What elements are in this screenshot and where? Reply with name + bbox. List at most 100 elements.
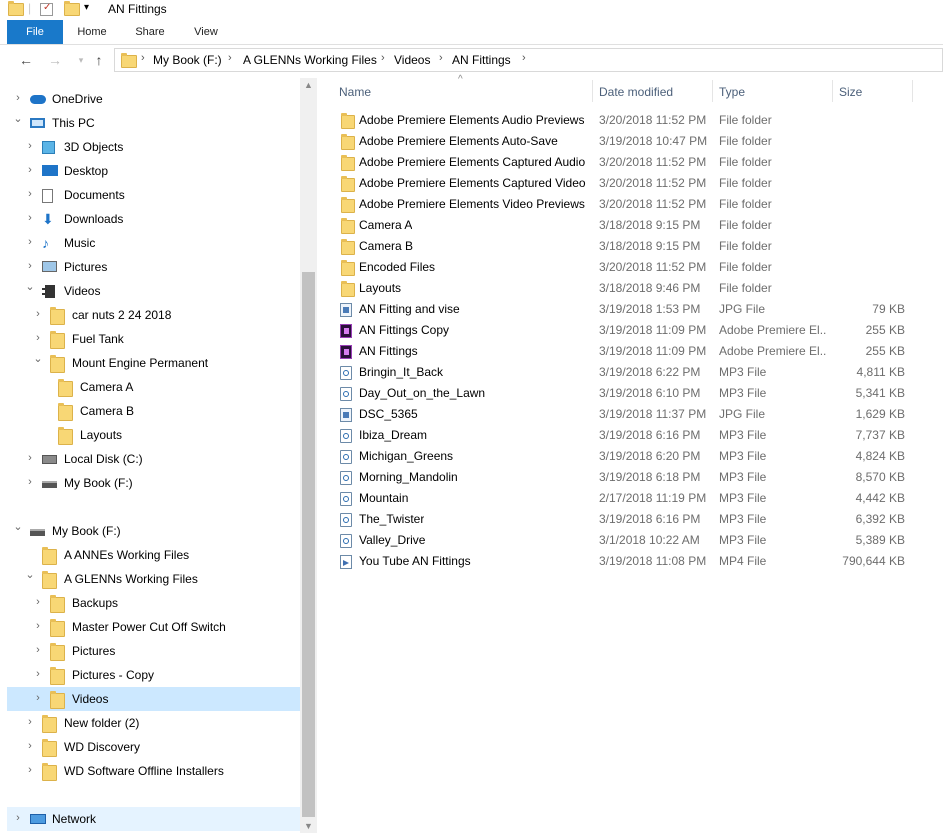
nav-item-local-disk-c[interactable]: › Local Disk (C:) [7,447,300,471]
column-header-type[interactable]: Type [719,78,745,106]
file-row[interactable]: You Tube AN Fittings 3/19/2018 11:08 PM MP… [330,551,943,572]
chevron-right-icon[interactable]: › [24,452,36,464]
breadcrumb-an-fittings[interactable]: AN Fittings [452,53,511,67]
recent-locations-icon[interactable]: ▾ [72,51,90,69]
nav-pane-scrollbar[interactable]: ▲ ▼ [300,78,317,833]
scrollbar-thumb[interactable] [302,272,315,817]
file-row[interactable]: Adobe Premiere Elements Auto-Save 3/19/20… [330,131,943,152]
file-row[interactable]: Michigan_Greens 3/19/2018 6:20 PM MP3 File… [330,446,943,467]
breadcrumb-videos[interactable]: Videos [394,53,430,67]
nav-item-master-power-cut-off-switch[interactable]: › Master Power Cut Off Switch [7,615,300,639]
chevron-right-icon[interactable]: › [12,812,24,824]
file-row[interactable]: Bringin_It_Back 3/19/2018 6:22 PM MP3 File… [330,362,943,383]
nav-item-my-book-f[interactable]: › My Book (F:) [7,471,300,495]
nav-item-pictures[interactable]: › Pictures [7,255,300,279]
nav-item-network[interactable]: › Network [7,807,300,831]
nav-item-new-folder-2[interactable]: › New folder (2) [7,711,300,735]
nav-item-videos[interactable]: ⌄ Videos [7,279,300,303]
column-header-date[interactable]: Date modified [599,78,673,106]
file-row[interactable]: Layouts 3/18/2018 9:46 PM File folder [330,278,943,299]
nav-item-layouts[interactable]: Layouts [7,423,300,447]
file-row[interactable]: DSC_5365 3/19/2018 11:37 PM JPG File 1,629 … [330,404,943,425]
chevron-right-icon[interactable]: › [32,644,44,656]
file-row[interactable]: Camera B 3/18/2018 9:15 PM File folder [330,236,943,257]
forward-arrow-icon[interactable]: → [46,51,64,69]
tab-share[interactable]: Share [126,20,174,44]
chevron-right-icon[interactable]: › [381,52,385,64]
chevron-down-icon[interactable]: ⌄ [12,112,24,125]
nav-item-3d-objects[interactable]: › 3D Objects [7,135,300,159]
chevron-right-icon[interactable]: › [24,764,36,776]
file-row[interactable]: AN Fitting and vise 3/19/2018 1:53 PM JPG … [330,299,943,320]
scroll-up-icon[interactable]: ▲ [300,80,317,90]
chevron-down-icon[interactable]: ⌄ [24,568,36,581]
chevron-right-icon[interactable]: › [32,692,44,704]
nav-item-camera-a[interactable]: Camera A [7,375,300,399]
nav-item-my-book-f[interactable]: ⌄ My Book (F:) [7,519,300,543]
column-divider[interactable] [832,80,833,102]
chevron-right-icon[interactable]: › [228,52,232,64]
chevron-down-icon[interactable]: ⌄ [24,280,36,293]
chevron-right-icon[interactable]: › [24,236,36,248]
column-divider[interactable] [712,80,713,102]
file-row[interactable]: Encoded Files 3/20/2018 11:52 PM File fold… [330,257,943,278]
file-row[interactable]: Mountain 2/17/2018 11:19 PM MP3 File 4,442 … [330,488,943,509]
chevron-right-icon[interactable]: › [24,188,36,200]
column-header-name[interactable]: Name [339,78,371,106]
nav-item-videos[interactable]: › Videos [7,687,300,711]
nav-item-pictures-copy[interactable]: › Pictures - Copy [7,663,300,687]
chevron-right-icon[interactable]: › [32,332,44,344]
file-row[interactable]: Valley_Drive 3/1/2018 10:22 AM MP3 File 5,3… [330,530,943,551]
nav-item-pictures[interactable]: › Pictures [7,639,300,663]
chevron-right-icon[interactable]: › [12,92,24,104]
tab-home[interactable]: Home [68,20,116,44]
chevron-right-icon[interactable]: › [522,52,526,64]
new-folder-icon[interactable] [64,1,80,19]
file-row[interactable]: Camera A 3/18/2018 9:15 PM File folder [330,215,943,236]
chevron-down-icon[interactable]: ⌄ [12,520,24,533]
nav-item-mount-engine-permanent[interactable]: ⌄ Mount Engine Permanent [7,351,300,375]
nav-item-desktop[interactable]: › Desktop [7,159,300,183]
chevron-right-icon[interactable]: › [24,476,36,488]
tab-file[interactable]: File [7,20,63,44]
tab-view[interactable]: View [182,20,230,44]
file-row[interactable]: AN Fittings Copy 3/19/2018 11:09 PM Adobe … [330,320,943,341]
file-row[interactable]: Adobe Premiere Elements Audio Previews 3/… [330,110,943,131]
chevron-right-icon[interactable]: › [24,164,36,176]
nav-item-a-glenns-working-files[interactable]: ⌄ A GLENNs Working Files [7,567,300,591]
nav-item-this-pc[interactable]: ⌄ This PC [7,111,300,135]
column-divider[interactable] [592,80,593,102]
file-row[interactable]: Day_Out_on_the_Lawn 3/19/2018 6:10 PM MP3 … [330,383,943,404]
nav-item-wd-software-offline-installers[interactable]: › WD Software Offline Installers [7,759,300,783]
file-row[interactable]: Adobe Premiere Elements Video Previews 3/… [330,194,943,215]
up-arrow-icon[interactable]: ↑ [90,51,108,69]
nav-item-car-nuts-2-24-2018[interactable]: › car nuts 2 24 2018 [7,303,300,327]
nav-item-a-annes-working-files[interactable]: A ANNEs Working Files [7,543,300,567]
nav-item-fuel-tank[interactable]: › Fuel Tank [7,327,300,351]
file-row[interactable]: Adobe Premiere Elements Captured Audio 3/… [330,152,943,173]
nav-item-downloads[interactable]: › ⬇ Downloads [7,207,300,231]
customize-toolbar-icon[interactable]: ▾ [84,2,89,18]
file-row[interactable]: The_Twister 3/19/2018 6:16 PM MP3 File 6,39… [330,509,943,530]
chevron-right-icon[interactable]: › [32,668,44,680]
properties-icon[interactable]: ✓ [40,2,53,16]
file-row[interactable]: Adobe Premiere Elements Captured Video 3/… [330,173,943,194]
chevron-down-icon[interactable]: ⌄ [32,352,44,365]
address-bar[interactable]: › My Book (F:) › A GLENNs Working Files … [114,48,943,72]
nav-item-documents[interactable]: › Documents [7,183,300,207]
nav-item-backups[interactable]: › Backups [7,591,300,615]
chevron-right-icon[interactable]: › [32,596,44,608]
file-row[interactable]: Morning_Mandolin 3/19/2018 6:18 PM MP3 Fil… [330,467,943,488]
nav-item-camera-b[interactable]: Camera B [7,399,300,423]
column-divider[interactable] [912,80,913,102]
chevron-right-icon[interactable]: › [24,740,36,752]
file-row[interactable]: Ibiza_Dream 3/19/2018 6:16 PM MP3 File 7,73… [330,425,943,446]
file-row[interactable]: AN Fittings 3/19/2018 11:09 PM Adobe Premi… [330,341,943,362]
breadcrumb-my-book[interactable]: My Book (F:) [153,53,222,67]
chevron-right-icon[interactable]: › [24,260,36,272]
chevron-right-icon[interactable]: › [439,52,443,64]
scroll-down-icon[interactable]: ▼ [300,821,317,831]
back-arrow-icon[interactable]: ← [17,51,35,69]
column-header-size[interactable]: Size [839,78,862,106]
nav-item-music[interactable]: › ♪ Music [7,231,300,255]
